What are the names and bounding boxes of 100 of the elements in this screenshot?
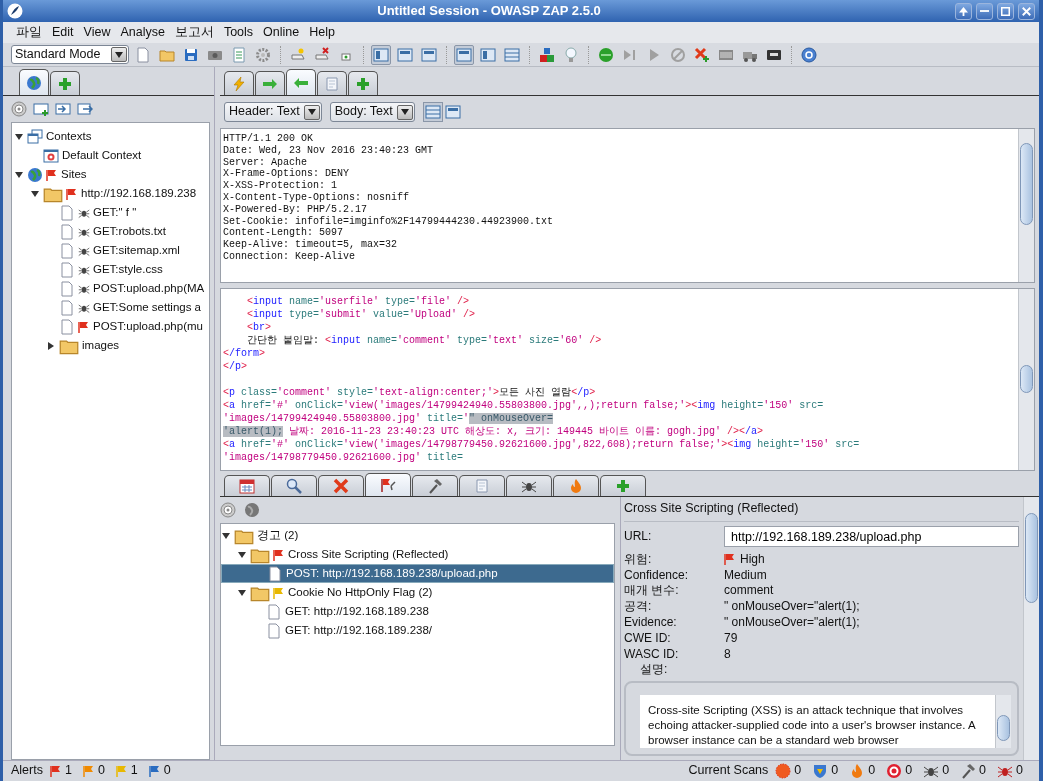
- tab[interactable]: [553, 475, 599, 496]
- document-icon: [59, 223, 75, 240]
- expander-icon[interactable]: [15, 170, 23, 179]
- cubes-icon[interactable]: [539, 46, 555, 63]
- tab[interactable]: [19, 69, 49, 95]
- scrollbar[interactable]: [995, 695, 1011, 748]
- tab[interactable]: [224, 475, 270, 496]
- calendar-icon: [239, 478, 255, 494]
- expander-icon[interactable]: [238, 588, 246, 597]
- hammer-icon[interactable]: [960, 763, 977, 779]
- menu-item[interactable]: 파일: [11, 24, 47, 41]
- layout-icon[interactable]: [397, 46, 413, 63]
- view-toggle-icon[interactable]: [424, 104, 441, 120]
- alert-count: 1: [64, 763, 72, 779]
- up-button[interactable]: [955, 2, 972, 20]
- expander-icon[interactable]: [15, 132, 23, 141]
- alert-row[interactable]: Cookie No HttpOnly Flag (2): [221, 583, 614, 602]
- tab[interactable]: [459, 475, 505, 496]
- layout-icon[interactable]: [480, 46, 496, 63]
- export-icon[interactable]: [77, 101, 93, 117]
- menu-item[interactable]: Edit: [47, 24, 79, 41]
- maximize-button[interactable]: [997, 2, 1014, 20]
- minimize-button[interactable]: [976, 2, 993, 20]
- expander-icon[interactable]: [47, 341, 55, 350]
- alert-row[interactable]: GET: http://192.168.189.238: [221, 602, 614, 621]
- globe-icon[interactable]: [244, 502, 260, 518]
- tree-label[interactable]: GET:robots.txt: [93, 224, 166, 239]
- tab[interactable]: [412, 475, 458, 496]
- status-label: Alerts: [11, 763, 43, 779]
- burst-icon[interactable]: [775, 763, 792, 779]
- alert-row[interactable]: GET: http://192.168.189.238/: [221, 621, 614, 640]
- flag-icon: [148, 765, 161, 777]
- tab[interactable]: [348, 71, 378, 95]
- code-line: <a href='#' onClick='view('images/14798779450.92621600.jpg',822,608);return false;'><img height='150' src=: [223, 438, 861, 451]
- tab[interactable]: [224, 71, 254, 95]
- target-icon[interactable]: [886, 763, 903, 779]
- layout-icon[interactable]: [421, 46, 437, 63]
- menu-item[interactable]: Help: [304, 24, 340, 41]
- flag-icon: [273, 548, 285, 561]
- tree-label[interactable]: GET:" f ": [93, 205, 137, 220]
- tree-label[interactable]: Contexts: [46, 129, 92, 144]
- tab[interactable]: [286, 69, 316, 95]
- menu-item[interactable]: View: [78, 24, 116, 41]
- tab[interactable]: [317, 71, 347, 95]
- document-icon: [59, 242, 75, 259]
- tab[interactable]: [255, 71, 285, 95]
- mode-dropdown[interactable]: Standard Mode: [11, 45, 129, 64]
- remove-add-icon[interactable]: [694, 46, 710, 63]
- tab[interactable]: [50, 71, 80, 95]
- alert-row[interactable]: POST: http://192.168.189.238/upload.php: [221, 564, 614, 583]
- menu-item[interactable]: Tools: [218, 24, 259, 41]
- bulb-icon[interactable]: [563, 46, 579, 63]
- settings-icon[interactable]: [255, 46, 271, 63]
- tree-label[interactable]: http://192.168.189.238: [81, 186, 197, 201]
- tab[interactable]: [271, 475, 317, 496]
- tree-label: Cookie No HttpOnly Flag (2): [288, 585, 433, 600]
- tab[interactable]: [365, 473, 411, 496]
- tree-label[interactable]: Default Context: [62, 148, 142, 163]
- header-line: Content-Length: 5097: [223, 227, 345, 239]
- note-remove-icon[interactable]: [314, 46, 330, 63]
- scrollbar[interactable]: [1023, 497, 1039, 760]
- menu-item[interactable]: 보고서: [169, 24, 219, 41]
- dropdown[interactable]: Header: Text: [224, 102, 322, 122]
- import-icon[interactable]: [55, 101, 71, 117]
- expander-icon[interactable]: [238, 550, 246, 559]
- scrollbar[interactable]: [1018, 129, 1034, 282]
- expander-icon[interactable]: [31, 189, 39, 198]
- tree-label[interactable]: images: [82, 338, 120, 353]
- tab[interactable]: [600, 475, 646, 496]
- tree-label[interactable]: GET:style.css: [93, 262, 163, 277]
- tree-label[interactable]: GET:sitemap.xml: [93, 243, 180, 258]
- code-line: 'images/14798779450.92621600.jpg' title=: [223, 451, 465, 464]
- tree-label[interactable]: POST:upload.php(MA: [93, 281, 205, 296]
- layout-icon[interactable]: [373, 46, 389, 63]
- start-icon[interactable]: [598, 46, 614, 63]
- tree-label[interactable]: Sites: [61, 167, 87, 182]
- alert-count: 0: [97, 763, 105, 779]
- save-icon[interactable]: [183, 46, 199, 63]
- tree-label[interactable]: POST:upload.php(mu: [93, 319, 203, 334]
- help-icon[interactable]: [801, 46, 817, 63]
- layout-icon[interactable]: [504, 46, 520, 63]
- alert-row[interactable]: Cross Site Scripting (Reflected): [221, 545, 614, 564]
- tree-label[interactable]: GET:Some settings a: [93, 300, 202, 315]
- menu-item[interactable]: Online: [258, 24, 305, 41]
- tab[interactable]: [318, 475, 364, 496]
- target-icon[interactable]: [220, 502, 236, 518]
- code-line: </p>: [223, 360, 249, 373]
- layout-icon[interactable]: [456, 46, 472, 63]
- scrollbar[interactable]: [1018, 289, 1034, 470]
- tab[interactable]: [506, 475, 552, 496]
- menu-item[interactable]: Analyse: [115, 24, 170, 41]
- add-context-icon[interactable]: [33, 101, 49, 117]
- close-button[interactable]: [1018, 2, 1035, 20]
- expander-icon[interactable]: [222, 531, 230, 540]
- shield-icon[interactable]: [812, 763, 829, 779]
- target-icon[interactable]: [11, 101, 27, 117]
- dropdown[interactable]: Body: Text: [329, 102, 415, 122]
- url-field[interactable]: http://192.168.189.238/upload.php: [724, 526, 1019, 547]
- view-toggle-icon[interactable]: [444, 104, 461, 120]
- alert-row[interactable]: 경고 (2): [221, 526, 614, 545]
